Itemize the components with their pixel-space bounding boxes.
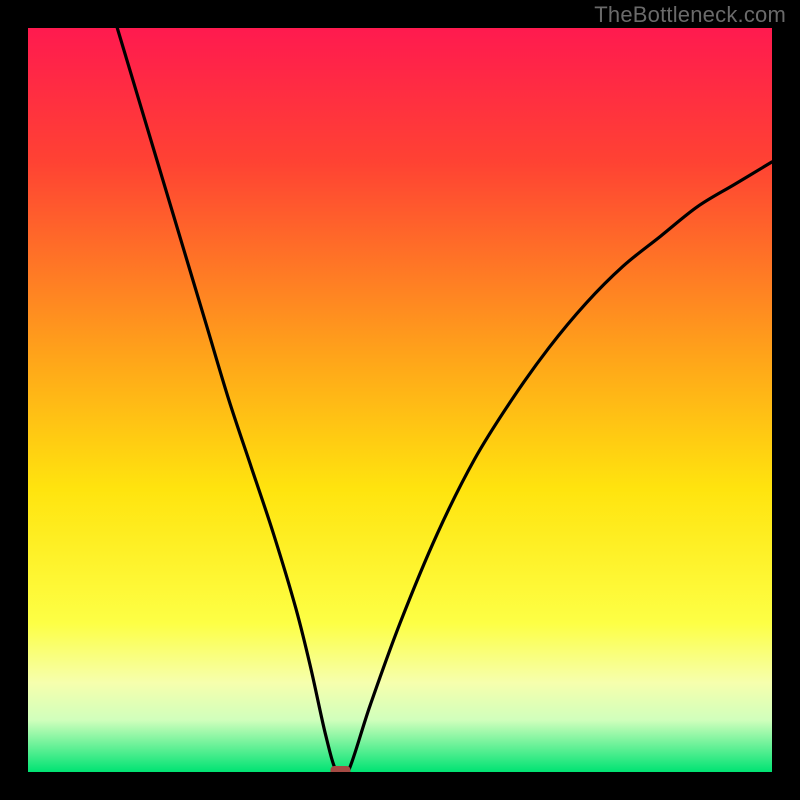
watermark-text: TheBottleneck.com bbox=[594, 2, 786, 28]
chart-frame: TheBottleneck.com bbox=[0, 0, 800, 800]
minimum-marker bbox=[330, 766, 350, 772]
plot-area bbox=[28, 28, 772, 772]
gradient-background bbox=[28, 28, 772, 772]
chart-svg bbox=[28, 28, 772, 772]
